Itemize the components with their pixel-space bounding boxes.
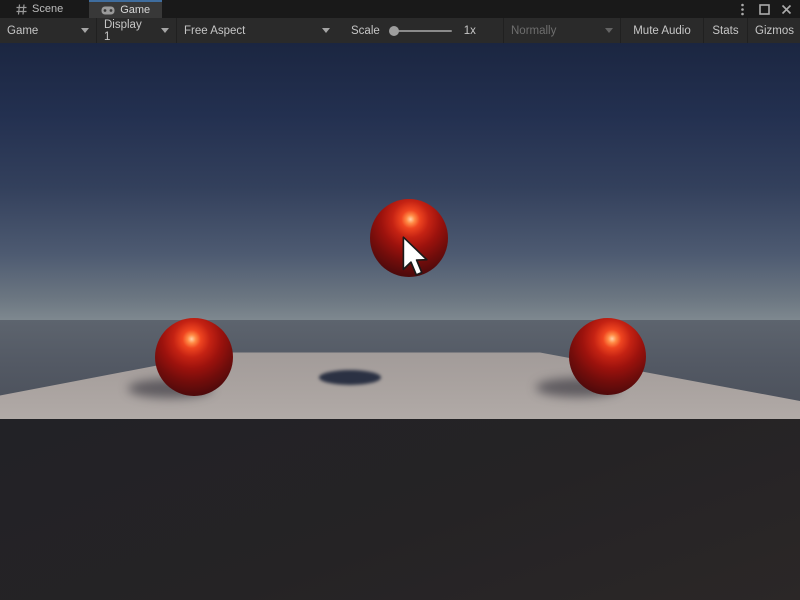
chevron-down-icon xyxy=(161,28,169,33)
play-mode-dropdown-label: Normally xyxy=(511,25,556,37)
display-dropdown-label: Display 1 xyxy=(104,19,151,43)
gamepad-icon xyxy=(101,6,115,15)
tab-game-label: Game xyxy=(120,4,150,16)
aspect-ratio-dropdown[interactable]: Free Aspect xyxy=(176,18,337,43)
red-sphere-left[interactable] xyxy=(155,318,233,396)
game-viewport[interactable] xyxy=(0,43,800,600)
gizmos-dropdown[interactable]: Gizmos xyxy=(747,18,800,43)
editor-tab-bar: Scene Game xyxy=(0,0,800,18)
sky-gradient xyxy=(0,43,800,320)
tab-scene-label: Scene xyxy=(32,3,63,15)
close-icon[interactable] xyxy=(780,2,792,16)
play-mode-dropdown[interactable]: Normally xyxy=(503,18,620,43)
scale-slider-thumb[interactable] xyxy=(389,26,399,36)
kebab-menu-icon[interactable] xyxy=(736,2,748,16)
scale-label: Scale xyxy=(351,25,380,37)
stats-label: Stats xyxy=(712,25,738,37)
stats-button[interactable]: Stats xyxy=(703,18,747,43)
toolbar-right-group: Normally Mute Audio Stats Gizmos xyxy=(503,18,800,43)
display-dropdown[interactable]: Display 1 xyxy=(96,18,176,43)
maximize-icon[interactable] xyxy=(758,2,770,16)
chevron-down-icon xyxy=(605,28,613,33)
game-mode-dropdown-label: Game xyxy=(7,25,38,37)
game-mode-dropdown[interactable]: Game xyxy=(0,18,96,43)
chevron-down-icon xyxy=(322,28,330,33)
window-controls xyxy=(736,0,800,18)
mute-audio-button[interactable]: Mute Audio xyxy=(620,18,703,43)
tab-scene[interactable]: Scene xyxy=(4,0,75,18)
chevron-down-icon xyxy=(81,28,89,33)
scale-control: Scale 1x xyxy=(345,18,482,43)
tab-game[interactable]: Game xyxy=(89,0,162,18)
mute-audio-label: Mute Audio xyxy=(633,25,691,37)
gizmos-label: Gizmos xyxy=(755,25,794,37)
aspect-ratio-dropdown-label: Free Aspect xyxy=(184,25,245,37)
game-view-toolbar: Game Display 1 Free Aspect Scale 1x Norm… xyxy=(0,18,800,43)
near-ground xyxy=(0,418,800,600)
grid-icon xyxy=(16,4,27,15)
scale-value: 1x xyxy=(464,25,476,37)
scale-slider[interactable] xyxy=(390,30,452,32)
red-sphere-right[interactable] xyxy=(569,318,646,395)
shadow-floating-sphere xyxy=(319,370,381,385)
mouse-cursor-icon xyxy=(401,236,431,287)
